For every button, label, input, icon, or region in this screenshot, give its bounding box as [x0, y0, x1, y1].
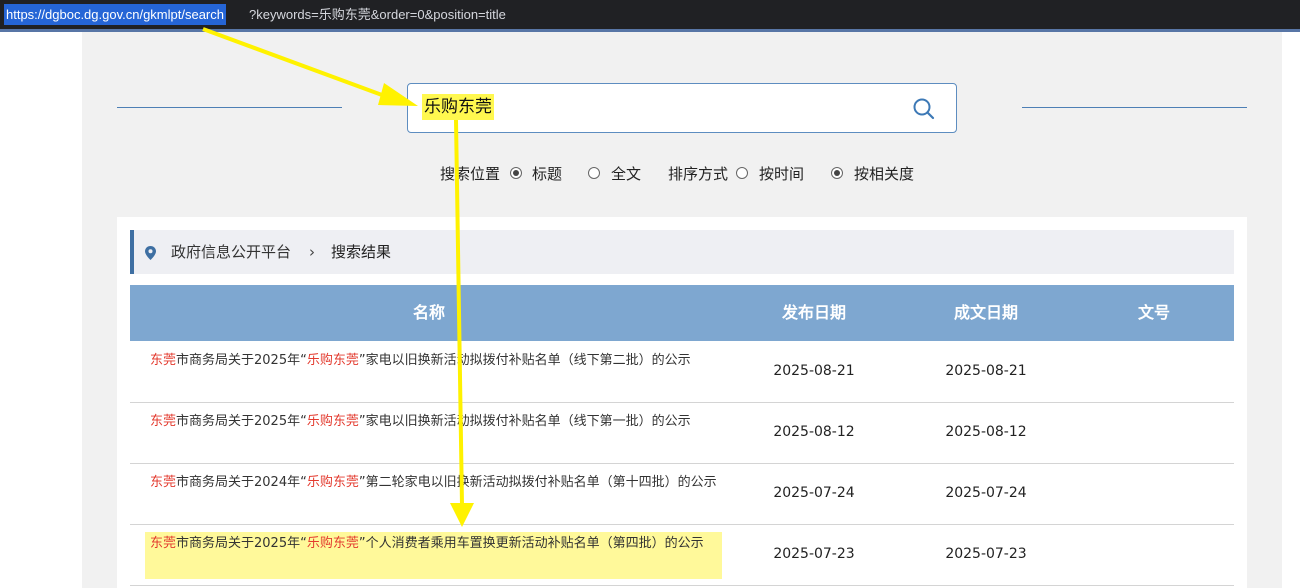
result-title-link[interactable]: 东莞市商务局关于2025年“乐购东莞”个人消费者乘用车置换更新活动补贴名单（第四… — [150, 533, 722, 554]
position-label: 搜索位置 — [440, 165, 501, 183]
header-publish-date: 发布日期 — [781, 303, 846, 322]
position-fulltext-label[interactable]: 全文 — [611, 162, 641, 186]
header-written-date: 成文日期 — [953, 303, 1018, 322]
url-query-text[interactable]: ?keywords=乐购东莞&order=0&position=title — [249, 4, 506, 25]
written-date: 2025-07-24 — [945, 485, 1027, 501]
title-rest: ”家电以旧换新活动拟拨付补贴名单（线下第一批）的公示 — [358, 414, 691, 429]
written-date: 2025-08-21 — [945, 363, 1027, 379]
result-title-link[interactable]: 东莞市商务局关于2025年“乐购东莞”家电以旧换新活动拟拨付补贴名单（线下第一批… — [150, 411, 722, 432]
title-mid: 市商务局关于2025年“ — [176, 536, 307, 551]
title-rest: ”个人消费者乘用车置换更新活动补贴名单（第四批）的公示 — [358, 536, 704, 551]
table-header: 名称 发布日期 成文日期 文号 — [130, 285, 1234, 341]
position-title-label[interactable]: 标题 — [532, 162, 562, 186]
radio-position-fulltext[interactable] — [588, 167, 600, 179]
table-row: 东莞市商务局关于2024年“乐购东莞”第二轮家电以旧换新活动拟拨付补贴名单（第十… — [130, 463, 1234, 525]
title-keyword: 乐购东莞 — [306, 536, 359, 551]
breadcrumb-home-link[interactable]: 政府信息公开平台 — [171, 241, 291, 263]
title-mid: 市商务局关于2025年“ — [176, 353, 307, 368]
title-mid: 市商务局关于2024年“ — [176, 475, 307, 490]
title-prefix: 东莞 — [150, 414, 177, 429]
publish-date: 2025-07-24 — [773, 485, 855, 501]
title-rest: ”家电以旧换新活动拟拨付补贴名单（线下第二批）的公示 — [358, 353, 691, 368]
title-prefix: 东莞 — [150, 475, 177, 490]
decorative-rule-left — [117, 107, 342, 108]
title-keyword: 乐购东莞 — [306, 475, 359, 490]
search-icon[interactable] — [912, 97, 936, 121]
title-prefix: 东莞 — [150, 536, 177, 551]
table-row: 东莞市商务局关于2025年“乐购东莞”个人消费者乘用车置换更新活动补贴名单（第四… — [130, 524, 1234, 586]
header-name: 名称 — [412, 303, 445, 322]
result-title-link[interactable]: 东莞市商务局关于2025年“乐购东莞”家电以旧换新活动拟拨付补贴名单（线下第二批… — [150, 350, 722, 371]
title-keyword: 乐购东莞 — [306, 414, 359, 429]
table-row: 东莞市商务局关于2025年“乐购东莞”家电以旧换新活动拟拨付补贴名单（线下第一批… — [130, 402, 1234, 464]
location-pin-icon — [145, 245, 156, 264]
title-mid: 市商务局关于2025年“ — [176, 414, 307, 429]
publish-date: 2025-08-12 — [773, 424, 855, 440]
written-date: 2025-07-23 — [945, 546, 1027, 562]
radio-sort-relevance[interactable] — [831, 167, 843, 179]
chevron-right-icon: › — [309, 243, 315, 261]
search-input[interactable]: 乐购东莞 — [407, 83, 957, 133]
publish-date: 2025-07-23 — [773, 546, 855, 562]
header-doc-number: 文号 — [1137, 303, 1170, 322]
url-selected-text[interactable]: https://dgboc.dg.gov.cn/gkmlpt/search — [4, 4, 226, 25]
publish-date: 2025-08-21 — [773, 363, 855, 379]
breadcrumb: 政府信息公开平台 › 搜索结果 — [130, 230, 1234, 274]
search-query-text[interactable]: 乐购东莞 — [422, 94, 494, 120]
table-row: 东莞市商务局关于2025年“乐购东莞”家电以旧换新活动拟拨付补贴名单（线下第二批… — [130, 341, 1234, 403]
breadcrumb-current: 搜索结果 — [331, 243, 392, 261]
title-rest: ”第二轮家电以旧换新活动拟拨付补贴名单（第十四批）的公示 — [358, 475, 717, 490]
browser-address-bar[interactable]: https://dgboc.dg.gov.cn/gkmlpt/search ?k… — [0, 0, 1300, 29]
radio-position-title[interactable] — [510, 167, 522, 179]
result-title-link[interactable]: 东莞市商务局关于2024年“乐购东莞”第二轮家电以旧换新活动拟拨付补贴名单（第十… — [150, 472, 722, 493]
title-prefix: 东莞 — [150, 353, 177, 368]
sort-time-label[interactable]: 按时间 — [759, 162, 804, 186]
sort-relevance-label[interactable]: 按相关度 — [854, 162, 914, 186]
decorative-rule-right — [1022, 107, 1247, 108]
sort-label: 排序方式 — [668, 165, 729, 183]
written-date: 2025-08-12 — [945, 424, 1027, 440]
title-keyword: 乐购东莞 — [306, 353, 359, 368]
radio-sort-time[interactable] — [736, 167, 748, 179]
